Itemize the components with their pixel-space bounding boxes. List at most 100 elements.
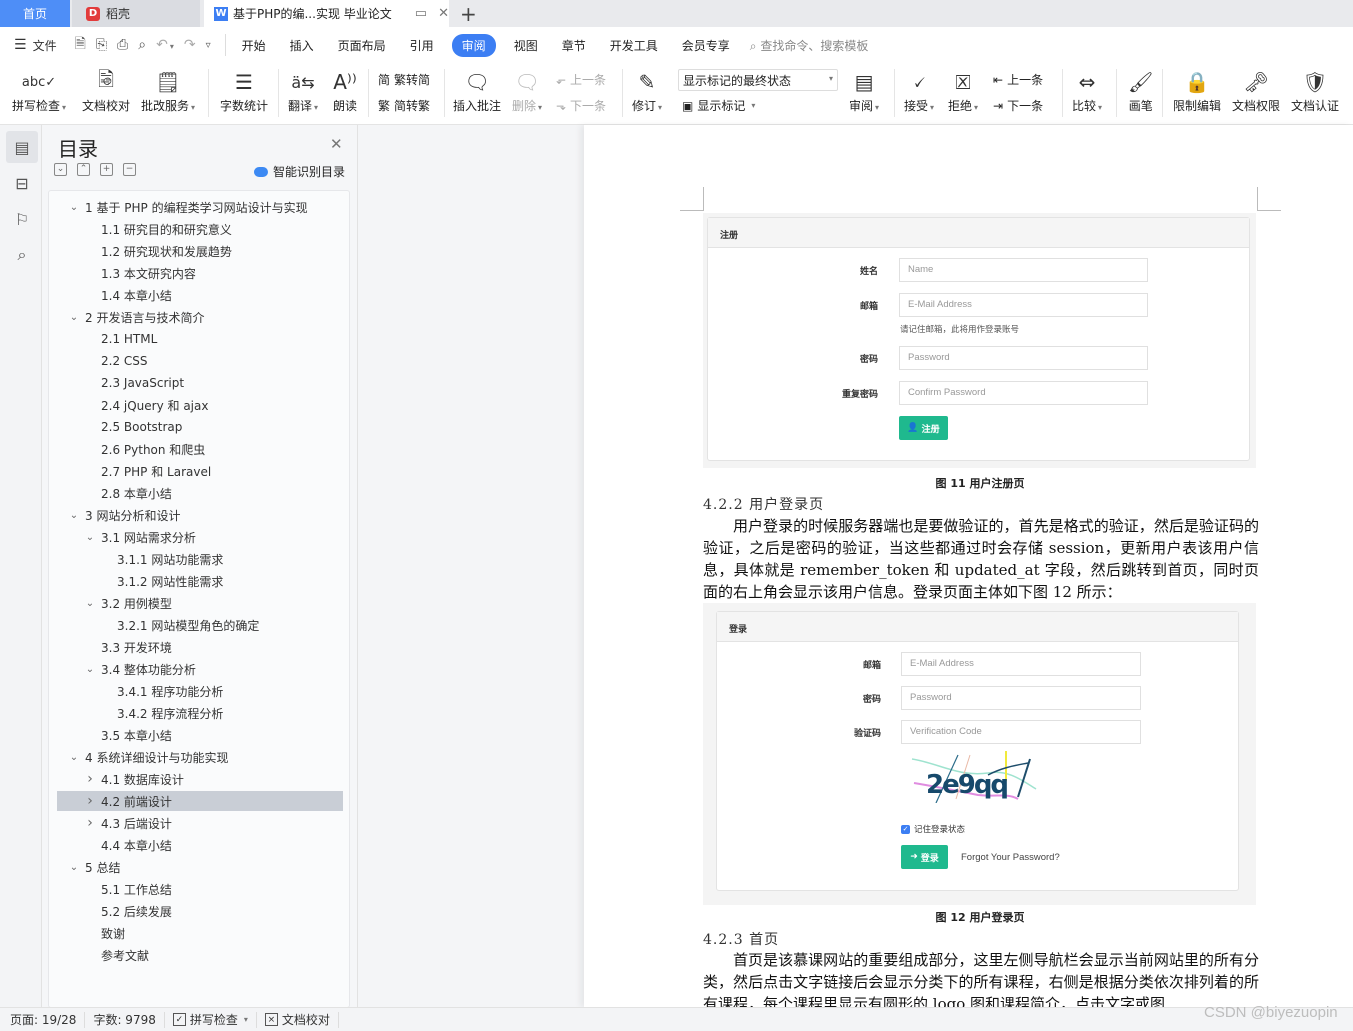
- toc-item[interactable]: 参考文献: [57, 945, 343, 965]
- toc-item[interactable]: 3.1.1 网站功能需求: [57, 549, 343, 569]
- toc-item[interactable]: ⌄ 3 网站分析和设计: [57, 505, 343, 525]
- more-quick-access-icon[interactable]: ▿: [206, 40, 211, 51]
- remove-heading-icon[interactable]: −: [123, 163, 136, 176]
- chevron-right-icon[interactable]: ›: [83, 815, 97, 831]
- delete-comment-button[interactable]: 🗨 删除 ▾: [512, 67, 542, 114]
- menu-start[interactable]: 开始: [230, 37, 278, 54]
- doc-proofread-button[interactable]: 🗟 文档校对: [82, 67, 130, 114]
- trad-to-simp-button[interactable]: 简 繁转简: [378, 71, 430, 88]
- chevron-down-icon[interactable]: ⌄: [67, 202, 81, 213]
- menu-view[interactable]: 视图: [502, 37, 550, 54]
- status-spell-check[interactable]: ✓ 拼写检查 ▾: [165, 1011, 257, 1028]
- smart-toc-button[interactable]: 智能识别目录: [254, 163, 345, 180]
- reject-button[interactable]: 🗵 拒绝 ▾: [948, 67, 978, 114]
- chapter-nav-icon[interactable]: ⊟: [6, 167, 38, 199]
- chevron-down-icon[interactable]: ⌄: [83, 598, 97, 609]
- new-tab-button[interactable]: +: [460, 2, 477, 26]
- tab-home[interactable]: 首页: [0, 0, 70, 27]
- show-markup-button[interactable]: ▣ 显示标记 ▾: [682, 97, 755, 114]
- word-count-button[interactable]: ☰ 字数统计: [220, 67, 268, 114]
- insert-comment-button[interactable]: 🗨 插入批注: [453, 67, 501, 114]
- read-aloud-button[interactable]: A⁾⁾ 朗读: [333, 67, 357, 114]
- page-indicator[interactable]: 页面: 19/28: [0, 1011, 86, 1028]
- toc-item[interactable]: 2.1 HTML: [57, 329, 343, 349]
- undo-icon[interactable]: ↶ ▾: [156, 37, 174, 53]
- simp-to-trad-button[interactable]: 繁 简转繁: [378, 97, 430, 114]
- markup-state-select[interactable]: 显示标记的最终状态 ▾: [678, 69, 838, 91]
- chevron-down-icon[interactable]: ⌄: [67, 752, 81, 763]
- toc-item[interactable]: ⌄ 5 总结: [57, 857, 343, 877]
- chevron-right-icon[interactable]: ›: [83, 771, 97, 787]
- grading-service-button[interactable]: 🗒 批改服务 ▾: [141, 67, 195, 114]
- toc-item[interactable]: 2.7 PHP 和 Laravel: [57, 461, 343, 481]
- toc-item[interactable]: ⌄ 3.2 用例模型: [57, 593, 343, 613]
- status-doc-proofread[interactable]: × 文档校对: [257, 1011, 339, 1028]
- doc-permission-button[interactable]: 🗝 文档权限: [1232, 67, 1280, 114]
- menu-references[interactable]: 引用: [398, 37, 446, 54]
- menu-page-layout[interactable]: 页面布局: [326, 37, 398, 54]
- translate-button[interactable]: ä⇆ 翻译 ▾: [288, 67, 318, 114]
- chevron-right-icon[interactable]: ›: [83, 793, 97, 809]
- pen-button[interactable]: 🖌 画笔: [1128, 67, 1153, 114]
- chevron-down-icon[interactable]: ⌄: [67, 510, 81, 521]
- chevron-down-icon[interactable]: ⌄: [83, 532, 97, 543]
- close-tab-icon[interactable]: ✕: [438, 6, 449, 21]
- toc-item[interactable]: 致谢: [57, 923, 343, 943]
- toc-item[interactable]: 2.4 jQuery 和 ajax: [57, 395, 343, 415]
- collapse-all-icon[interactable]: ⌃: [77, 163, 90, 176]
- accept-button[interactable]: 🗸 接受 ▾: [904, 67, 934, 114]
- search-icon[interactable]: ⌕: [6, 239, 38, 271]
- toc-item[interactable]: ⌄ 3.4 整体功能分析: [57, 659, 343, 679]
- toc-item[interactable]: 1.2 研究现状和发展趋势: [57, 241, 343, 261]
- next-change-button[interactable]: ⇥ 下一条: [993, 97, 1043, 114]
- menu-insert[interactable]: 插入: [278, 37, 326, 54]
- toc-item[interactable]: 1.3 本文研究内容: [57, 263, 343, 283]
- pin-icon[interactable]: ▭: [415, 6, 427, 21]
- toc-item[interactable]: 1.4 本章小结: [57, 285, 343, 305]
- toc-panel-icon[interactable]: ▤: [6, 131, 38, 163]
- review-pane-button[interactable]: ▤ 审阅 ▾: [849, 67, 879, 114]
- toc-item[interactable]: 2.3 JavaScript: [57, 373, 343, 393]
- close-icon[interactable]: ✕: [330, 135, 343, 153]
- spell-check-button[interactable]: abc✓ 拼写检查 ▾: [12, 67, 66, 114]
- print-preview-icon[interactable]: ⌕: [138, 37, 146, 53]
- doc-auth-button[interactable]: 🛡 文档认证: [1291, 67, 1339, 114]
- next-comment-button[interactable]: ⬎ 下一条: [556, 97, 606, 114]
- prev-comment-button[interactable]: ⬐ 上一条: [556, 71, 606, 88]
- toc-item[interactable]: 3.3 开发环境: [57, 637, 343, 657]
- print-icon[interactable]: ⎙: [117, 37, 128, 53]
- add-heading-icon[interactable]: +: [100, 163, 113, 176]
- revise-button[interactable]: ✎ 修订 ▾: [632, 67, 662, 114]
- expand-all-icon[interactable]: ⌄: [54, 163, 67, 176]
- toc-item[interactable]: 2.2 CSS: [57, 351, 343, 371]
- toc-item[interactable]: ⌄ 1 基于 PHP 的编程类学习网站设计与实现: [57, 197, 343, 217]
- toc-item[interactable]: › 4.1 数据库设计: [57, 769, 343, 789]
- chevron-down-icon[interactable]: ⌄: [67, 312, 81, 323]
- toc-item[interactable]: › 4.3 后端设计: [57, 813, 343, 833]
- toc-item[interactable]: 4.4 本章小结: [57, 835, 343, 855]
- toc-item[interactable]: 3.2.1 网站模型角色的确定: [57, 615, 343, 635]
- toc-item[interactable]: 2.5 Bootstrap: [57, 417, 343, 437]
- toc-item[interactable]: ⌄ 3.1 网站需求分析: [57, 527, 343, 547]
- export-pdf-icon[interactable]: ⎘: [96, 37, 107, 53]
- save-icon[interactable]: 🗎: [75, 33, 86, 57]
- bookmark-icon[interactable]: ⚐: [6, 203, 38, 235]
- compare-button[interactable]: ⇔ 比较 ▾: [1072, 67, 1102, 114]
- menu-developer[interactable]: 开发工具: [598, 37, 670, 54]
- tab-daoke[interactable]: D 稻壳: [72, 0, 200, 27]
- file-menu[interactable]: ☰ 文件: [0, 37, 65, 54]
- prev-change-button[interactable]: ⇤ 上一条: [993, 71, 1043, 88]
- menu-review[interactable]: 审阅: [451, 33, 496, 57]
- toc-item[interactable]: ⌄ 4 系统详细设计与功能实现: [57, 747, 343, 767]
- chevron-down-icon[interactable]: ⌄: [67, 862, 81, 873]
- redo-icon[interactable]: ↷: [184, 37, 196, 53]
- menu-member[interactable]: 会员专享: [670, 37, 742, 54]
- toc-item[interactable]: 2.6 Python 和爬虫: [57, 439, 343, 459]
- toc-item[interactable]: 3.5 本章小结: [57, 725, 343, 745]
- tab-document[interactable]: W 基于PHP的编...实现 毕业论文 ▭ ✕: [204, 0, 449, 27]
- toc-item[interactable]: ⌄ 2 开发语言与技术简介: [57, 307, 343, 327]
- toc-item[interactable]: 2.8 本章小结: [57, 483, 343, 503]
- chevron-down-icon[interactable]: ⌄: [83, 664, 97, 675]
- toc-item[interactable]: 3.4.1 程序功能分析: [57, 681, 343, 701]
- toc-item[interactable]: 3.4.2 程序流程分析: [57, 703, 343, 723]
